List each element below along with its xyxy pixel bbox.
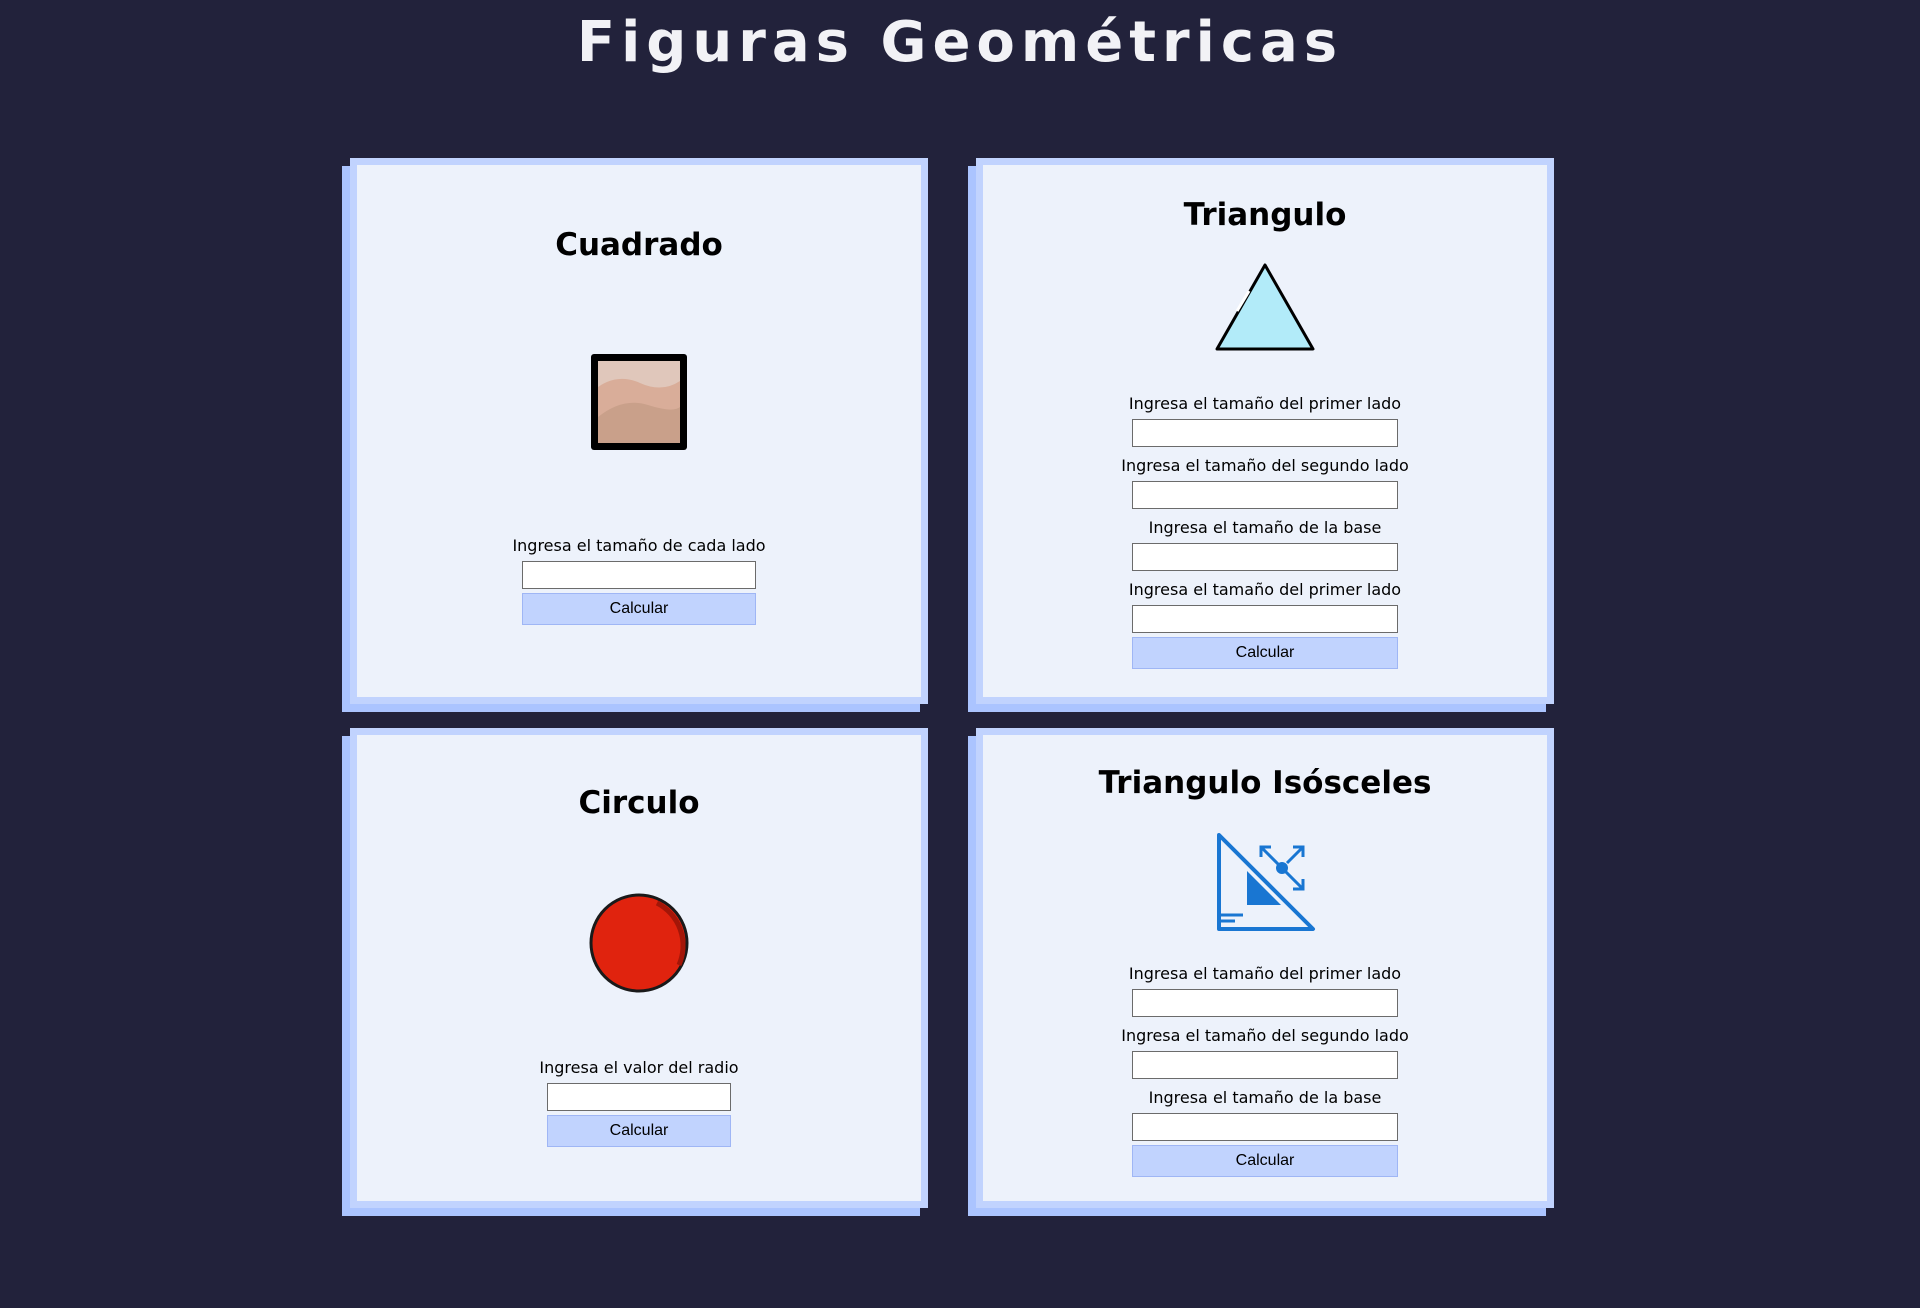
card-title: Triangulo — [1183, 197, 1347, 233]
form-isosceles: Ingresa el tamaño del primer lado Ingres… — [983, 963, 1547, 1177]
calcular-button[interactable]: Calcular — [1132, 1145, 1398, 1177]
field-label: Ingresa el tamaño de la base — [1148, 1088, 1382, 1107]
primer-lado-input[interactable] — [1132, 605, 1398, 633]
field-label: Ingresa el valor del radio — [539, 1058, 739, 1077]
base-input[interactable] — [1132, 1113, 1398, 1141]
field-label: Ingresa el tamaño del primer lado — [1128, 964, 1402, 983]
framed-picture-icon — [588, 351, 690, 457]
form-cuadrado: Ingresa el tamaño de cada lado Calcular — [357, 535, 921, 625]
card-triangulo: Triangulo Ingresa el tamaño del primer l… — [976, 158, 1554, 704]
page-title: Figuras Geométricas — [576, 10, 1344, 75]
base-input[interactable] — [1132, 543, 1398, 571]
set-square-resize-icon — [1213, 831, 1317, 939]
field-label: Ingresa el tamaño de cada lado — [512, 536, 766, 555]
primer-lado-input[interactable] — [1132, 419, 1398, 447]
calcular-button[interactable]: Calcular — [1132, 637, 1398, 669]
calcular-button[interactable]: Calcular — [522, 593, 756, 625]
primer-lado-input[interactable] — [1132, 989, 1398, 1017]
card-title: Cuadrado — [555, 227, 723, 263]
field-label: Ingresa el tamaño del segundo lado — [1121, 1026, 1409, 1045]
card-title: Circulo — [578, 785, 700, 821]
calcular-button[interactable]: Calcular — [547, 1115, 731, 1147]
red-circle-icon — [587, 891, 691, 999]
field-label: Ingresa el tamaño de la base — [1148, 518, 1382, 537]
radio-input[interactable] — [547, 1083, 731, 1111]
card-circulo: Circulo Ingresa el valor del radio Calcu… — [350, 728, 928, 1208]
card-cuadrado: Cuadrado Ingresa el tamaño de cada lado … — [350, 158, 928, 704]
field-label: Ingresa el tamaño del primer lado — [1128, 394, 1402, 413]
triangle-icon — [1213, 261, 1317, 359]
segundo-lado-input[interactable] — [1132, 481, 1398, 509]
segundo-lado-input[interactable] — [1132, 1051, 1398, 1079]
lado-input[interactable] — [522, 561, 756, 589]
card-triangulo-isosceles: Triangulo Isósceles Ingresa el tamaño de… — [976, 728, 1554, 1208]
form-circulo: Ingresa el valor del radio Calcular — [357, 1057, 921, 1147]
card-title: Triangulo Isósceles — [1098, 765, 1432, 801]
field-label: Ingresa el tamaño del segundo lado — [1121, 456, 1409, 475]
field-label: Ingresa el tamaño del primer lado — [1128, 580, 1402, 599]
form-triangulo: Ingresa el tamaño del primer lado Ingres… — [983, 393, 1547, 669]
